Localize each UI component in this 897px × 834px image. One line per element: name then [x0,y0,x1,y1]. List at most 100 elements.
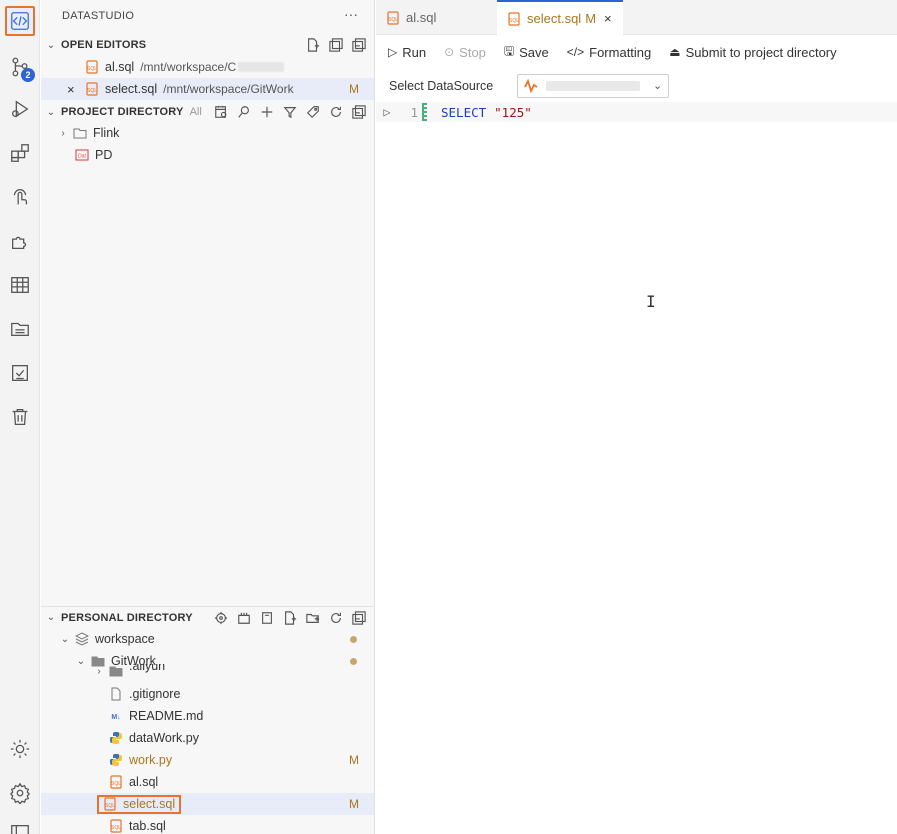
code-line[interactable]: ▷ 1 SELECT "125" [376,102,897,122]
sql-file-icon: SQL [507,11,521,26]
search-icon[interactable] [235,103,252,120]
more-actions-icon[interactable]: ··· [344,6,358,22]
code-icon: </> [566,45,585,59]
stop-button[interactable]: ⊙ Stop [444,45,486,60]
open-editors-header[interactable]: ⌄ OPEN EDITORS [41,34,374,56]
trash-icon[interactable] [5,402,35,432]
chevron-down-icon: ⌄ [46,39,56,51]
tab-al-sql[interactable]: SQL al.sql [376,0,494,35]
panel-icon[interactable] [5,818,35,834]
save-button[interactable]: 🖫 Save [504,42,549,63]
tree-item-pd[interactable]: Dat PD [41,144,374,166]
project-directory-filter[interactable]: All [190,106,202,118]
modified-badge: M [349,82,359,96]
touch-icon[interactable] [5,182,35,212]
tree-item-work[interactable]: work.py M [41,749,374,771]
activity-bar: 2 [0,0,40,834]
tree-item-label: al.sql [129,775,159,789]
add-folder-icon[interactable] [304,609,321,626]
tree-item-flink[interactable]: › Flink [41,122,374,144]
collapse-all-icon[interactable] [350,36,367,53]
tree-item-select-sql[interactable]: SQL select.sql M [41,793,374,815]
svg-text:M↓: M↓ [111,714,120,721]
svg-text:SQL: SQL [87,88,97,94]
sql-keyword: SELECT [441,104,487,120]
pd-file-icon: Dat [75,148,89,162]
tree-item-label: README.md [129,709,204,723]
highlight-box: SQL select.sql [97,794,182,814]
tree-item-label: .aliyun [129,664,166,673]
tree-item-gitignore[interactable]: .gitignore [41,683,374,705]
checklist-icon[interactable] [5,358,35,388]
git-change-indicator [422,103,427,121]
save-label: Save [519,44,549,60]
sql-file-icon: SQL [386,10,400,25]
save-all-icon[interactable] [327,36,344,53]
tree-item-datawork[interactable]: dataWork.py [41,727,374,749]
side-title: DATASTUDIO [62,10,135,22]
line-number: 1 [410,104,418,120]
tree-item-tab-sql[interactable]: SQL tab.sql [41,815,374,834]
personal-directory-header[interactable]: ⌄ PERSONAL DIRECTORY [41,606,374,628]
tag-icon[interactable] [304,103,321,120]
submit-label: Submit to project directory [685,44,837,60]
redacted-text [238,62,285,72]
run-line-icon[interactable]: ▷ [376,105,398,119]
svg-text:SQL: SQL [105,803,115,809]
tree-item-al-sql[interactable]: SQL al.sql [41,771,374,793]
tree-item-workspace[interactable]: ⌄ workspace [41,628,374,650]
datasource-select[interactable]: ⌄ [517,74,670,98]
svg-text:SQL: SQL [111,781,121,787]
puzzle-icon[interactable] [5,226,35,256]
tree-item-readme[interactable]: M↓ README.md [41,705,374,727]
project-directory-label: PROJECT DIRECTORY [61,106,184,118]
new-file-icon[interactable] [281,609,298,626]
project-directory-header[interactable]: ⌄ PROJECT DIRECTORY All [41,101,374,123]
status-dot [350,636,357,643]
open-editor-item[interactable]: × SQL select.sql /mnt/workspace/GitWork … [41,78,374,100]
calendar-search-icon[interactable] [212,103,229,120]
folder-icon[interactable] [5,314,35,344]
filter-icon[interactable] [281,103,298,120]
tree-item-label: tab.sql [129,819,166,833]
open-editor-item[interactable]: SQL al.sql /mnt/workspace/C [41,56,374,78]
chevron-down-icon: ⌄ [653,80,663,92]
refresh-icon[interactable] [327,103,344,120]
datastudio-icon[interactable] [5,6,35,36]
tree-item-aliyun[interactable]: › .aliyun [41,664,374,678]
formatting-button[interactable]: </> Formatting [567,45,652,60]
table-icon[interactable] [5,270,35,300]
modified-badge: M [349,797,359,811]
add-icon[interactable] [258,103,275,120]
close-icon[interactable]: × [604,11,612,26]
sun-icon[interactable] [5,734,35,764]
extensions-icon[interactable] [5,138,35,168]
text-cursor-icon: I [646,292,656,311]
collapse-all-icon[interactable] [350,609,367,626]
sql-file-icon: SQL [85,82,99,96]
tab-select-sql[interactable]: SQL select.sql M × [497,0,623,35]
refresh-icon[interactable] [327,609,344,626]
run-label: Run [402,44,427,60]
open-editor-path: /mnt/workspace/GitWork [163,82,294,96]
run-debug-icon[interactable] [5,94,35,124]
open-editor-path: /mnt/workspace/C [140,60,237,74]
svg-text:SQL: SQL [388,17,398,23]
tree-item-label: workspace [95,632,155,646]
run-button[interactable]: ▷ Run [388,45,426,60]
tree-item-label: .gitignore [129,687,181,701]
submit-button[interactable]: ⏏ Submit to project directory [669,45,836,60]
close-icon[interactable]: × [67,82,85,97]
datasource-label: Select DataSource [389,79,494,93]
locate-icon[interactable] [212,609,229,626]
git-branch-icon[interactable]: 2 [5,52,35,82]
side-panel: DATASTUDIO ··· ⌄ OPEN EDITORS SQL al.sql… [41,0,375,834]
archive-icon[interactable] [258,609,275,626]
new-folder-icon[interactable] [235,609,252,626]
settings-icon[interactable] [5,778,35,808]
modified-badge: M [585,11,597,26]
sql-file-icon: SQL [109,819,123,833]
new-file-icon[interactable] [304,36,321,53]
python-icon [109,731,123,745]
collapse-all-icon[interactable] [350,103,367,120]
